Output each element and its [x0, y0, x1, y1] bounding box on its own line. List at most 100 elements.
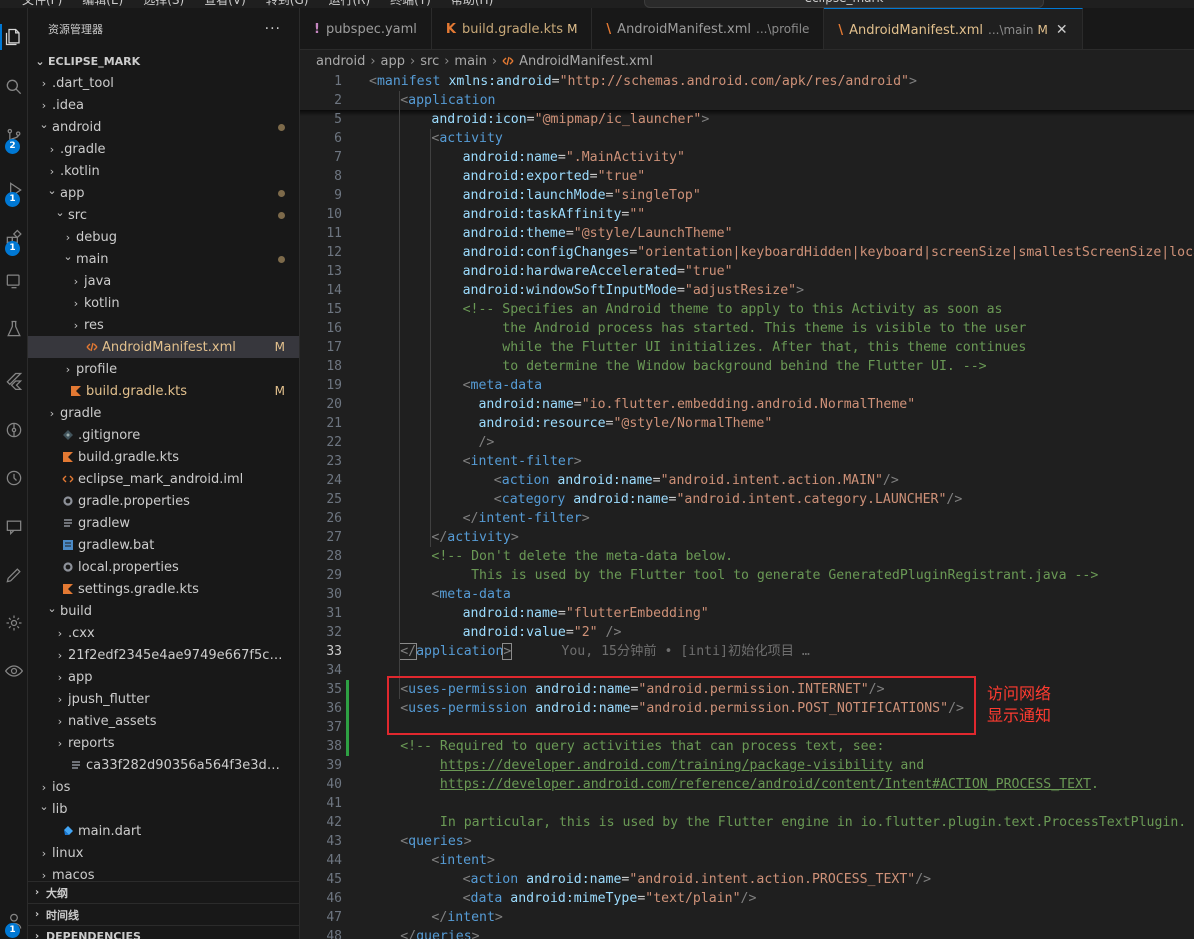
accounts-icon[interactable]: 1	[0, 904, 28, 938]
code-line: android:theme="@style/LaunchTheme"	[463, 224, 733, 243]
tree-item-label: main.dart	[78, 823, 142, 839]
menu-item[interactable]: 终端(T)	[390, 0, 431, 8]
timeline-icon[interactable]	[0, 461, 28, 495]
code-token: "orientation|keyboardHidden|keyboard|scr…	[637, 245, 1194, 260]
tree-file[interactable]: local.properties	[28, 556, 299, 578]
editor-tab[interactable]: \ AndroidManifest.xml ...\profile	[592, 8, 825, 49]
breadcrumb-item[interactable]: AndroidManifest.xml	[519, 54, 653, 69]
tree-folder[interactable]: ⌄ lib	[28, 798, 299, 820]
tree-file[interactable]: .gitignore	[28, 424, 299, 446]
tree-folder[interactable]: ⌄ android	[28, 116, 299, 138]
tree-folder[interactable]: ⌄ main	[28, 248, 299, 270]
more-actions-icon[interactable]: ···	[265, 21, 281, 37]
remote-explorer-icon[interactable]	[0, 264, 28, 298]
menu-item[interactable]: 选择(S)	[143, 0, 184, 8]
tree-file[interactable]: build.gradle.kts	[28, 446, 299, 468]
tree-folder[interactable]: ⌄ build	[28, 600, 299, 622]
close-icon[interactable]: ✕	[1056, 22, 1068, 38]
tree-file[interactable]: gradlew	[28, 512, 299, 534]
tree-folder[interactable]: ⌄ src	[28, 204, 299, 226]
line-number: 20	[326, 397, 342, 412]
menu-item[interactable]: 帮助(H)	[451, 0, 493, 8]
menu-item[interactable]: 运行(R)	[328, 0, 370, 8]
tree-folder[interactable]: › .dart_tool	[28, 72, 299, 94]
settings-sync-icon[interactable]	[0, 606, 28, 640]
timeline-section[interactable]: › 时间线	[28, 903, 299, 925]
breadcrumb-item[interactable]: src	[420, 54, 439, 69]
tree-folder[interactable]: › .cxx	[28, 622, 299, 644]
tree-folder[interactable]: › profile	[28, 358, 299, 380]
tree-file[interactable]: build.gradle.kts M	[28, 380, 299, 402]
code-token: android:configChanges	[462, 245, 630, 260]
code-line: <!-- Required to query activities that c…	[400, 737, 884, 756]
tree-file[interactable]: gradlew.bat	[28, 534, 299, 556]
code-token: the Android process has started. This th…	[462, 321, 1027, 336]
line-number: 18	[326, 359, 342, 374]
line-number: 31	[326, 606, 342, 621]
menu-item[interactable]: 查看(V)	[204, 0, 246, 8]
dependencies-section[interactable]: › DEPENDENCIES	[28, 925, 299, 939]
editor-tab[interactable]: ! pubspec.yaml	[300, 8, 432, 49]
tree-folder[interactable]: › gradle	[28, 402, 299, 424]
code-token: android:mimeType	[510, 891, 638, 906]
tree-file[interactable]: gradle.properties	[28, 490, 299, 512]
tab-label: build.gradle.kts	[462, 21, 564, 37]
gear-file-icon	[60, 561, 76, 573]
tree-folder[interactable]: ⌄ app	[28, 182, 299, 204]
tree-folder[interactable]: › jpush_flutter	[28, 688, 299, 710]
tree-folder[interactable]: › ios	[28, 776, 299, 798]
explorer-sidebar: 资源管理器 ··· ⌄ ECLIPSE_MARK › .dart_tool › .id…	[28, 8, 300, 939]
tree-folder[interactable]: › reports	[28, 732, 299, 754]
breadcrumb-item[interactable]: app	[381, 54, 405, 69]
highlight-box	[387, 676, 976, 735]
breadcrumb-item[interactable]: android	[316, 54, 365, 69]
code-token: "android.intent.action.PROCESS_TEXT"	[629, 872, 916, 887]
code-token: >	[581, 511, 590, 526]
tree-folder[interactable]: › kotlin	[28, 292, 299, 314]
explorer-icon[interactable]	[0, 20, 28, 54]
code-editor[interactable]: 1 <manifest xmlns:android="http://schemas…	[300, 72, 1194, 939]
preview-icon[interactable]	[0, 654, 28, 688]
menu-item[interactable]: 编辑(E)	[82, 0, 123, 8]
tree-folder[interactable]: › app	[28, 666, 299, 688]
editor-tab[interactable]: \ AndroidManifest.xml ...\main M ✕	[824, 8, 1083, 49]
git-graph-icon[interactable]	[0, 413, 28, 447]
tree-file[interactable]: eclipse_mark_android.iml	[28, 468, 299, 490]
menu-item[interactable]: 文件(F)	[22, 0, 62, 8]
chevron-down-icon: ⌄	[39, 800, 49, 813]
outline-section[interactable]: › 大纲	[28, 881, 299, 903]
tree-file[interactable]: AndroidManifest.xml M	[28, 336, 299, 358]
workspace-name: ECLIPSE_MARK	[48, 54, 141, 68]
pen-icon[interactable]	[0, 558, 28, 592]
testing-icon[interactable]	[0, 312, 28, 346]
command-center[interactable]: eclipse_mark	[644, 0, 1044, 8]
workspace-header[interactable]: ⌄ ECLIPSE_MARK	[28, 50, 299, 72]
tree-folder[interactable]: › 21f2edf2345e4ae9749e667f5c7f0625	[28, 644, 299, 666]
tree-item-label: src	[68, 207, 87, 223]
line-number: 12	[326, 245, 342, 260]
flutter-icon[interactable]	[0, 364, 28, 398]
tree-file[interactable]: main.dart	[28, 820, 299, 842]
search-icon[interactable]	[0, 70, 28, 104]
tree-file[interactable]: settings.gradle.kts	[28, 578, 299, 600]
breadcrumb-item[interactable]: main	[454, 54, 486, 69]
tree-folder[interactable]: › .idea	[28, 94, 299, 116]
tree-folder[interactable]: › native_assets	[28, 710, 299, 732]
tree-folder[interactable]: › linux	[28, 842, 299, 864]
tree-folder[interactable]: › debug	[28, 226, 299, 248]
menu-item[interactable]: 转到(G)	[266, 0, 309, 8]
git-added-gutter	[346, 680, 349, 756]
tree-folder[interactable]: › .gradle	[28, 138, 299, 160]
tree-folder[interactable]: › res	[28, 314, 299, 336]
tree-folder[interactable]: › java	[28, 270, 299, 292]
extensions-icon[interactable]: 1	[0, 222, 28, 256]
comments-icon[interactable]	[0, 510, 28, 544]
code-token: =	[526, 112, 535, 127]
tree-folder[interactable]: › .kotlin	[28, 160, 299, 182]
source-control-icon[interactable]: 2	[0, 120, 28, 154]
tree-file[interactable]: ca33f282d90356a564f3e3da52c97351...	[28, 754, 299, 776]
editor-tab[interactable]: Kbuild.gradle.kts M	[431, 8, 593, 49]
run-debug-icon[interactable]: 1	[0, 173, 28, 207]
menu-bar[interactable]: 文件(F) 编辑(E) 选择(S) 查看(V) 转到(G) 运行(R) 终端(T) 帮助(H)	[22, 0, 493, 8]
